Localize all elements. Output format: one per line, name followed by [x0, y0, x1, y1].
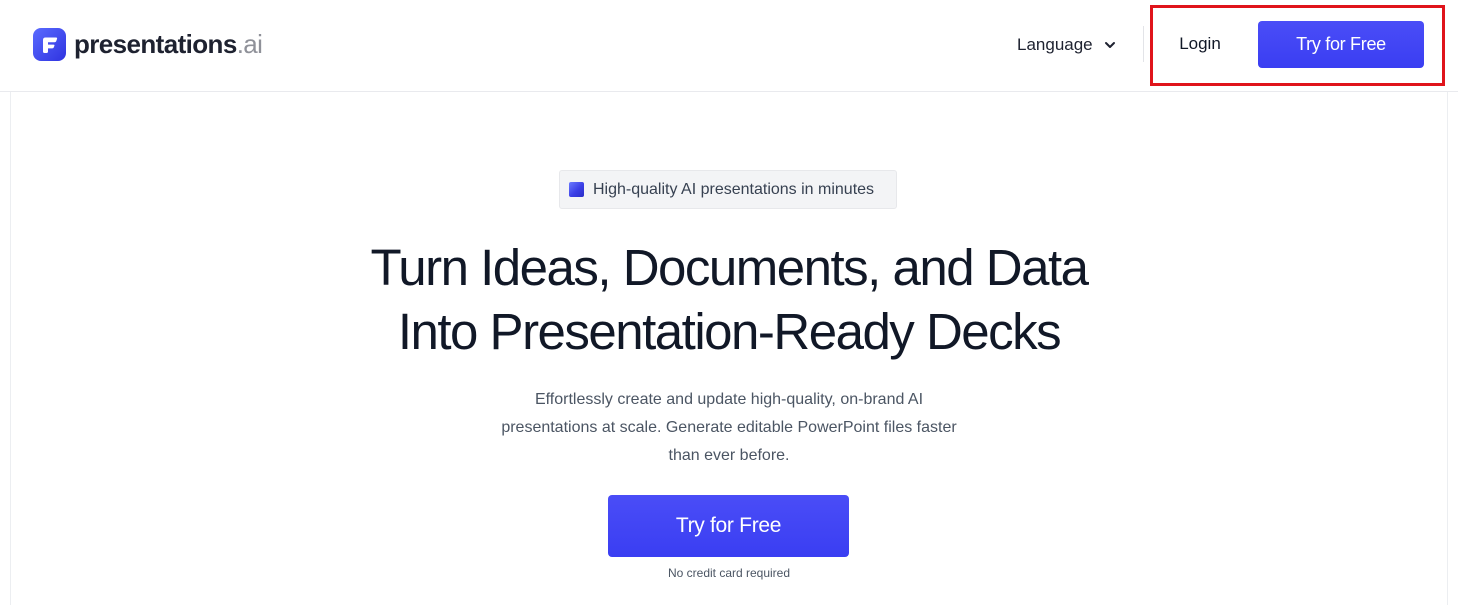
badge-square-icon: [569, 182, 584, 197]
landing-page: presentations.ai Language Login Try for …: [0, 0, 1458, 605]
no-credit-card-note: No credit card required: [667, 566, 791, 580]
language-label: Language: [1017, 35, 1093, 54]
hero-badge: High-quality AI presentations in minutes: [559, 170, 897, 209]
subtext-line-1: Effortlessly create and update high-qual…: [534, 391, 924, 408]
presentations-logo-icon: [33, 27, 66, 61]
highlight-box: [1150, 5, 1445, 86]
headline-line-1: Turn Ideas, Documents, and Data: [370, 239, 1089, 296]
content-border-left: [10, 92, 11, 605]
subtext-line-3: than ever before.: [668, 447, 790, 464]
hero-headline: Turn Ideas, Documents, and Data Into Pre…: [229, 236, 1229, 364]
logo-link[interactable]: presentations.ai: [33, 24, 263, 64]
logo-name: presentations: [74, 29, 237, 59]
badge-text: High-quality AI presentations in minutes: [593, 180, 875, 198]
content-border-right: [1447, 92, 1448, 605]
headline-line-2: Into Presentation-Ready Decks: [397, 303, 1062, 360]
language-selector[interactable]: Language: [1017, 31, 1117, 59]
logo-suffix: .ai: [236, 29, 263, 59]
logo-wordmark: presentations.ai: [74, 29, 263, 59]
chevron-down-icon: [1104, 42, 1115, 48]
header-divider: [1143, 26, 1144, 62]
site-header: presentations.ai Language Login Try for …: [0, 0, 1458, 92]
hero-try-for-free-button[interactable]: Try for Free: [608, 495, 849, 557]
subtext-line-2: presentations at scale. Generate editabl…: [501, 419, 957, 436]
hero-subtext: Effortlessly create and update high-qual…: [479, 386, 979, 470]
